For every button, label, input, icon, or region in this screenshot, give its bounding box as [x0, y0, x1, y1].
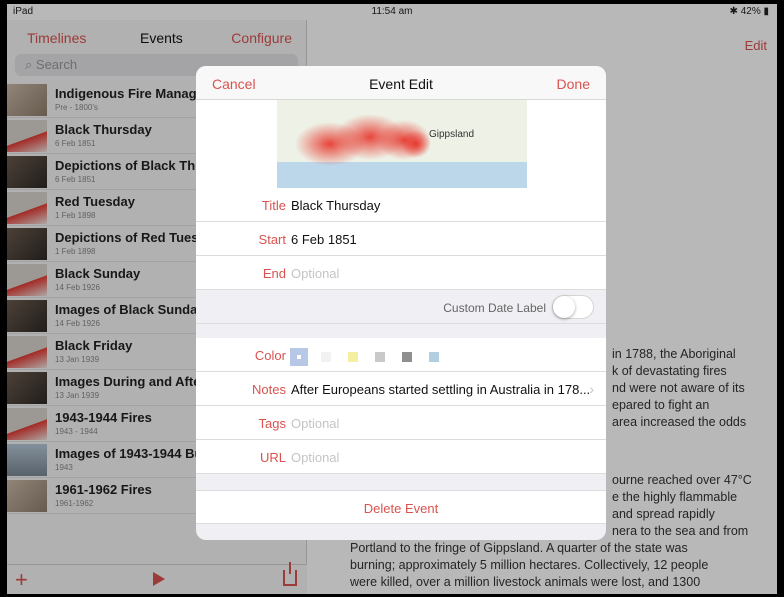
ipad-screen: iPad 11:54 am ✱ 42% ▮ Timelines Events C…	[7, 4, 777, 594]
url-row[interactable]: URL Optional	[196, 440, 606, 474]
custom-date-row: Custom Date Label	[196, 290, 606, 324]
end-label: End	[262, 266, 286, 281]
start-row[interactable]: Start 6 Feb 1851	[196, 222, 606, 256]
event-map-image[interactable]: Gippsland	[277, 100, 527, 188]
map-label: Gippsland	[429, 129, 475, 140]
chevron-right-icon: ›	[589, 381, 594, 397]
section-gap	[196, 324, 606, 338]
notes-field[interactable]: After Europeans started settling in Aust…	[291, 382, 590, 397]
map-sea	[277, 160, 527, 188]
fire-area	[401, 130, 431, 158]
event-form: Title Black Thursday Start 6 Feb 1851 En…	[196, 188, 606, 524]
color-row: Color	[196, 338, 606, 372]
color-swatch[interactable]	[402, 352, 412, 362]
event-edit-modal: Cancel Event Edit Done Gippsland Title B…	[196, 66, 606, 540]
toggle-knob	[553, 296, 575, 318]
url-field[interactable]: Optional	[291, 450, 339, 465]
title-field[interactable]: Black Thursday	[291, 198, 380, 213]
color-swatch[interactable]	[348, 352, 358, 362]
start-field[interactable]: 6 Feb 1851	[291, 232, 357, 247]
color-swatches	[290, 348, 456, 366]
notes-label: Notes	[252, 382, 286, 397]
notes-row[interactable]: Notes After Europeans started settling i…	[196, 372, 606, 406]
color-swatch-selected[interactable]	[290, 348, 308, 366]
title-label: Title	[261, 198, 286, 213]
end-field[interactable]: Optional	[291, 266, 339, 281]
custom-date-toggle[interactable]	[552, 295, 594, 319]
color-swatch[interactable]	[375, 352, 385, 362]
done-button[interactable]: Done	[557, 76, 590, 92]
color-swatch[interactable]	[429, 352, 439, 362]
screen: iPad 11:54 am ✱ 42% ▮ Timelines Events C…	[0, 0, 784, 597]
modal-header: Cancel Event Edit Done	[196, 66, 606, 100]
section-gap	[196, 474, 606, 490]
tags-row[interactable]: Tags Optional	[196, 406, 606, 440]
title-row[interactable]: Title Black Thursday	[196, 188, 606, 222]
url-label: URL	[259, 450, 286, 465]
tags-field[interactable]: Optional	[291, 416, 339, 431]
start-label: Start	[258, 232, 286, 247]
tags-label: Tags	[258, 416, 286, 431]
custom-date-label: Custom Date Label	[443, 301, 546, 315]
color-label: Color	[254, 348, 286, 363]
modal-title: Event Edit	[369, 76, 433, 92]
end-row[interactable]: End Optional	[196, 256, 606, 290]
delete-event-button[interactable]: Delete Event	[196, 490, 606, 524]
color-swatch[interactable]	[321, 352, 331, 362]
